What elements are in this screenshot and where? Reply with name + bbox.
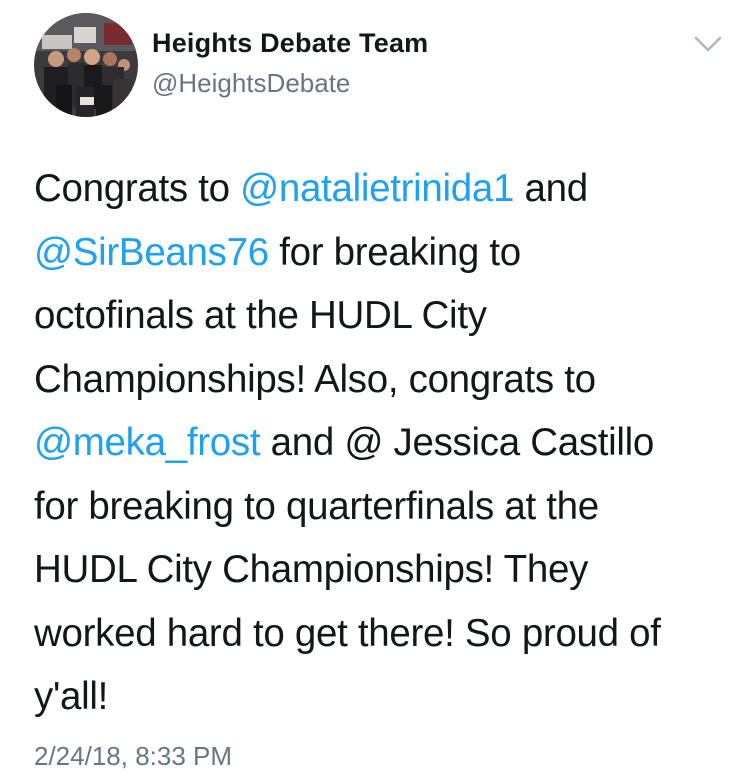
- text-segment: worked hard to get there! So proud of: [34, 611, 661, 655]
- text-segment: and: [514, 167, 589, 210]
- mention-link[interactable]: @SirBeans76: [34, 231, 269, 274]
- text-segment: octofinals at the HUDL City: [34, 294, 487, 337]
- tweet-text-line: octofinals at the HUDL City: [34, 284, 734, 348]
- mention-link[interactable]: @natalietrinida1: [240, 167, 514, 210]
- text-segment: Championships! Also, congrats to: [34, 357, 596, 401]
- tweet-text: Congrats to @natalietrinida1 and @SirBea…: [34, 157, 734, 729]
- tweet-text-line: Congrats to @natalietrinida1 and: [34, 157, 734, 221]
- text-segment: y'all!: [34, 675, 109, 718]
- tweet-text-line: for breaking to quarterfinals at the: [34, 475, 734, 539]
- text-segment: for breaking to quarterfinals at the: [34, 484, 599, 528]
- tweet-text-line: worked hard to get there! So proud of: [34, 602, 734, 666]
- text-segment: HUDL City Championships! They: [34, 548, 589, 591]
- team-photo-avatar[interactable]: [34, 13, 138, 117]
- tweet-text-line: Championships! Also, congrats to: [34, 348, 734, 412]
- tweet-timestamp[interactable]: 2/24/18, 8:33 PM: [34, 741, 232, 772]
- author-handle[interactable]: @HeightsDebate: [152, 68, 350, 99]
- tweet-text-line: @SirBeans76 for breaking to: [34, 221, 734, 285]
- author-display-name[interactable]: Heights Debate Team: [152, 28, 428, 59]
- text-segment: Congrats to: [34, 167, 241, 210]
- tweet-text-line: HUDL City Championships! They: [34, 538, 734, 602]
- tweet-text-line: @meka_frost and @ Jessica Castillo: [34, 411, 734, 475]
- tweet-card: Heights Debate Team @HeightsDebate Congr…: [0, 0, 750, 780]
- text-segment: for breaking to: [268, 230, 521, 274]
- text-segment: and @ Jessica Castillo: [260, 421, 655, 464]
- mention-link[interactable]: @meka_frost: [34, 421, 261, 464]
- chevron-down-icon[interactable]: [690, 30, 726, 60]
- tweet-text-line: y'all!: [34, 665, 734, 729]
